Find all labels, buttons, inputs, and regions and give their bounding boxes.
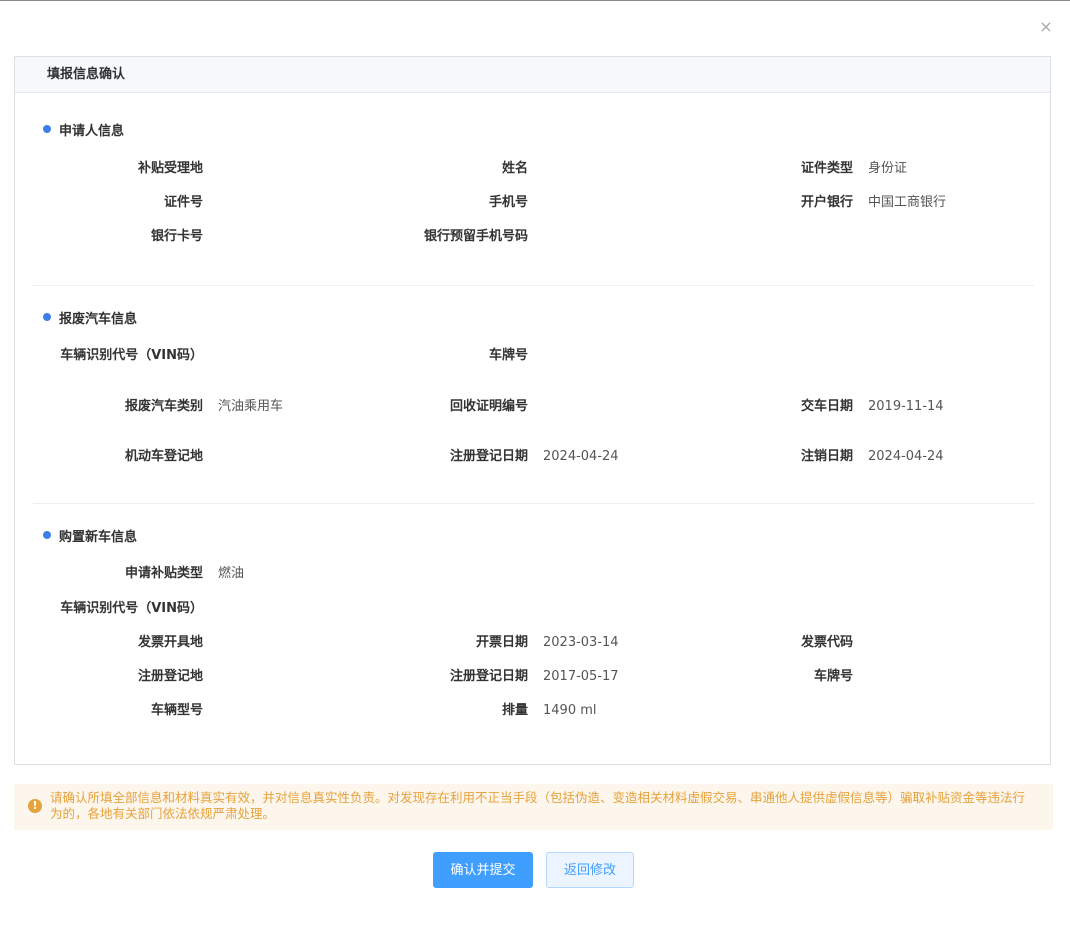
field-bank-phone: 银行预留手机号码 <box>423 229 528 244</box>
warning-icon: ! <box>28 799 42 813</box>
section-dot-icon <box>43 125 51 133</box>
close-icon[interactable]: × <box>1038 17 1054 37</box>
section-dot-icon <box>43 313 51 321</box>
field-cancel-date: 注销日期 2024-04-24 <box>800 449 944 464</box>
field-invoice-code: 发票代码 <box>800 635 853 650</box>
applicant-section-title: 申请人信息 <box>43 120 124 139</box>
back-edit-button[interactable]: 返回修改 <box>546 852 634 888</box>
confirm-card: 填报信息确认 申请人信息 补贴受理地 姓名 证件类型 身份证 证件号 手机号 开… <box>14 56 1051 765</box>
field-scrap-plate: 车牌号 <box>488 348 528 363</box>
field-id-type: 证件类型 身份证 <box>800 161 908 176</box>
section-dot-icon <box>43 531 51 539</box>
notice-text: 请确认所填全部信息和材料真实有效，并对信息真实性负责。对发现存在利用不正当手段（… <box>50 790 1026 821</box>
field-new-vin: 车辆识别代号（VIN码） <box>60 601 203 616</box>
new-car-section-title: 购置新车信息 <box>43 526 137 545</box>
warning-notice: ! 请确认所填全部信息和材料真实有效，并对信息真实性负责。对发现存在利用不正当手… <box>14 784 1053 830</box>
field-displacement: 排量 1490 ml <box>501 703 597 718</box>
section-divider <box>33 285 1034 286</box>
field-subsidy-type: 申请补贴类型 燃油 <box>124 566 245 581</box>
section-divider <box>33 503 1034 504</box>
card-title: 填报信息确认 <box>15 57 1050 93</box>
scrap-car-section-title: 报废汽车信息 <box>43 308 137 327</box>
field-handover-date: 交车日期 2019-11-14 <box>800 399 944 414</box>
confirm-submit-button[interactable]: 确认并提交 <box>433 852 533 888</box>
field-new-plate: 车牌号 <box>813 669 853 684</box>
field-bank: 开户银行 中国工商银行 <box>800 195 947 210</box>
